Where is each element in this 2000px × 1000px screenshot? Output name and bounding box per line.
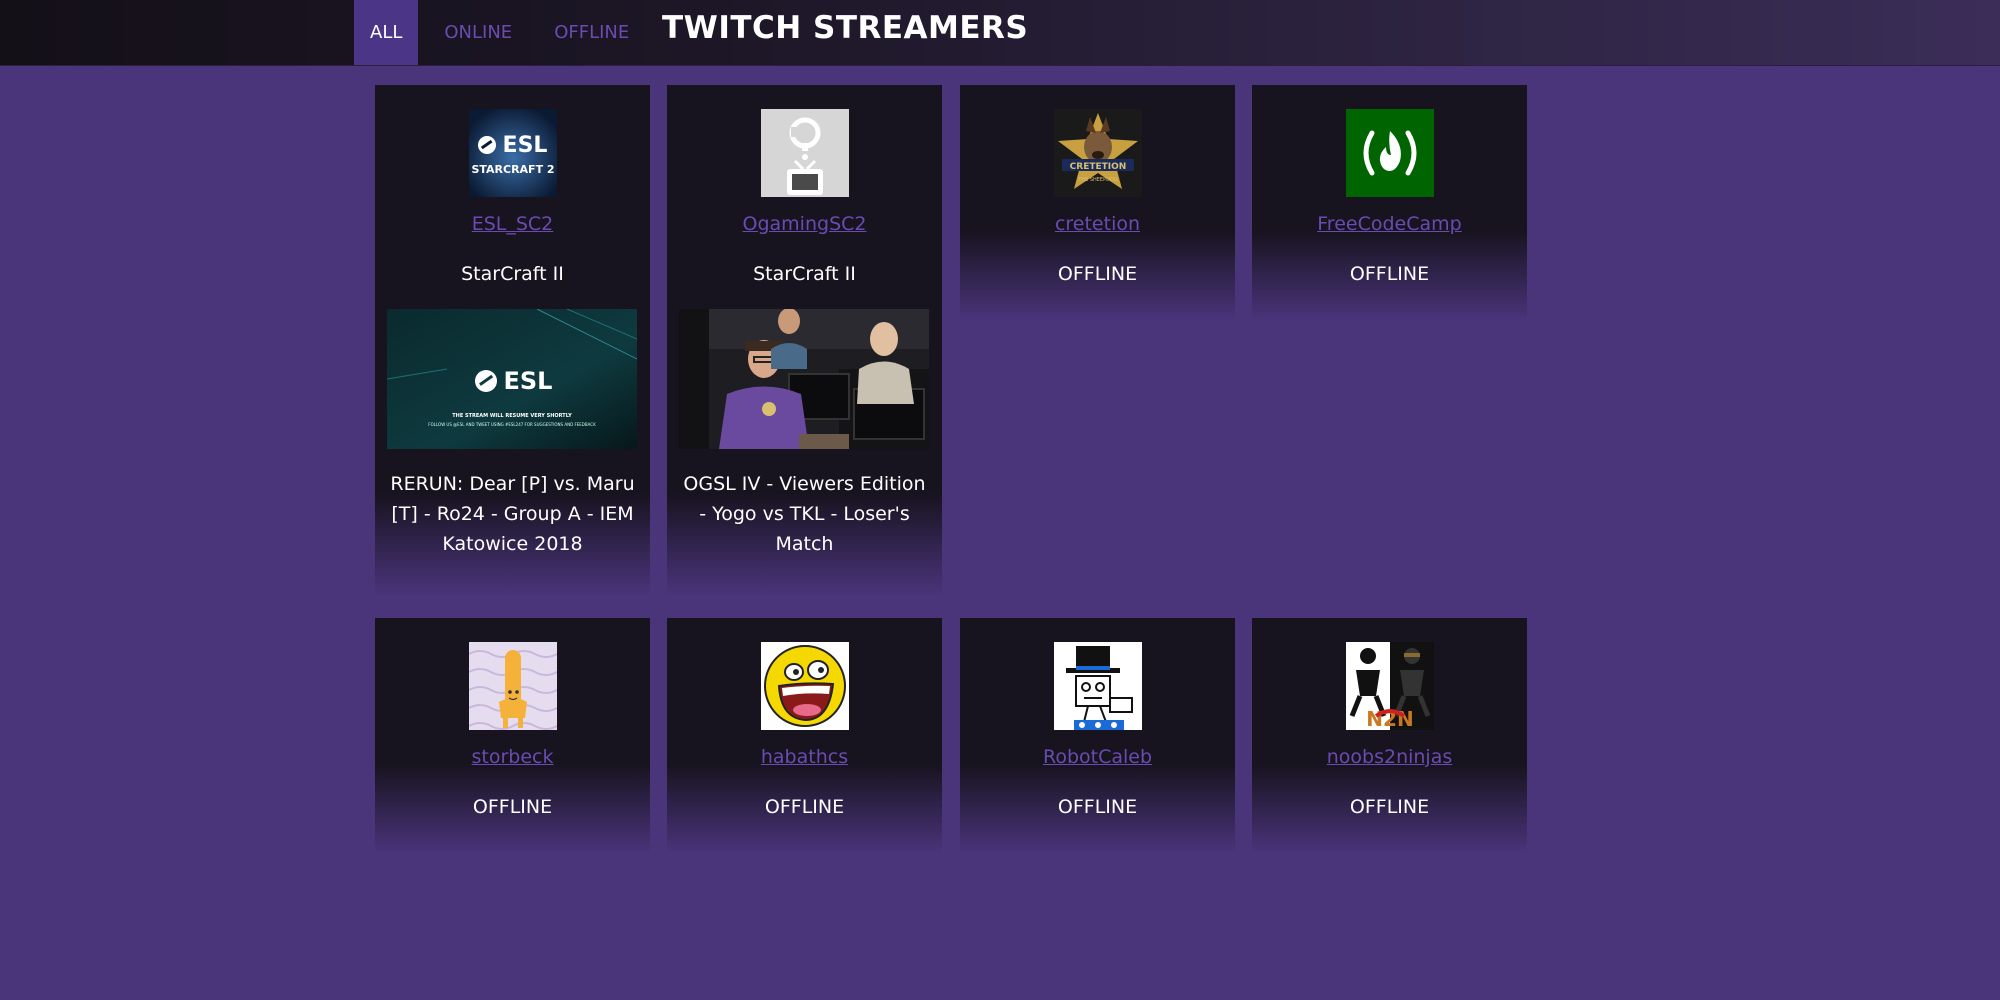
streamer-card-robotcaleb: RobotCaleb OFFLINE [960,618,1235,853]
streamer-status: StarCraft II [461,263,564,285]
streamer-avatar [761,642,849,730]
avatar-text: STARCRAFT 2 [471,163,554,176]
avatar-text: ESL [503,133,548,158]
streamer-card-noobs2ninjas: N2N noobs2ninjas OFFLINE [1252,618,1527,853]
streamer-name-link[interactable]: storbeck [375,746,650,768]
preview-text: ESL [504,367,553,395]
streamer-card-storbeck: storbeck OFFLINE [375,618,650,853]
streamer-status: OFFLINE [1349,796,1430,818]
streamer-card-esl-sc2: ESL STARCRAFT 2 ESL_SC2 StarCraft II ESL… [375,85,650,595]
avatar-text: CRETETION [1070,162,1127,172]
streamer-name-link[interactable]: ESL_SC2 [375,213,650,235]
streamer-status: OFFLINE [472,796,553,818]
streamer-avatar [761,109,849,197]
streamer-card-freecodecamp: FreeCodeCamp OFFLINE [1252,85,1527,320]
streamer-avatar [1054,642,1142,730]
streamer-card-habathcs: habathcs OFFLINE [667,618,942,853]
stream-title: RERUN: Dear [P] vs. Maru [T] - Ro24 - Gr… [390,473,635,555]
page-title: TWITCH STREAMERS [662,10,1029,46]
streamer-status: OFFLINE [1349,263,1430,285]
streamer-status: OFFLINE [1057,796,1138,818]
streamer-name-link[interactable]: noobs2ninjas [1252,746,1527,768]
tab-all[interactable]: ALL [354,0,419,65]
streamer-avatar [469,642,557,730]
stream-title: OGSL IV - Viewers Edition - Yogo vs TKL … [683,473,926,555]
top-navigation-bar: ALL ONLINE OFFLINE TWITCH STREAMERS [0,0,2000,66]
streamer-name-link[interactable]: cretetion [960,213,1235,235]
streamer-status: StarCraft II [753,263,856,285]
streamer-name-link[interactable]: RobotCaleb [960,746,1235,768]
streamer-status: OFFLINE [764,796,845,818]
streamer-avatar: CRETETION THE SHEEPDOG [1054,109,1142,197]
streamer-status: OFFLINE [1057,263,1138,285]
streamer-card-ogamingsc2: OgamingSC2 StarCraft II OGSL IV - Viewer… [667,85,942,595]
streamer-avatar: N2N [1346,642,1434,730]
streamer-card-cretetion: CRETETION THE SHEEPDOG cretetion OFFLINE [960,85,1235,320]
filter-tabs: ALL ONLINE OFFLINE [354,0,645,65]
preview-text: THE STREAM WILL RESUME VERY SHORTLY [452,413,572,419]
streamer-avatar: ESL STARCRAFT 2 [469,109,557,197]
streamer-name-link[interactable]: FreeCodeCamp [1252,213,1527,235]
avatar-text: THE SHEEPDOG [1077,177,1118,183]
tab-offline[interactable]: OFFLINE [538,0,645,65]
streamer-avatar [1346,109,1434,197]
stream-preview-image[interactable]: ESL THE STREAM WILL RESUME VERY SHORTLY … [387,309,637,449]
tab-online[interactable]: ONLINE [428,0,528,65]
streamer-name-link[interactable]: OgamingSC2 [667,213,942,235]
streamer-name-link[interactable]: habathcs [667,746,942,768]
preview-text: FOLLOW US @ESL AND TWEET USING #ESL247 F… [428,422,596,427]
stream-preview-image[interactable] [679,309,929,449]
